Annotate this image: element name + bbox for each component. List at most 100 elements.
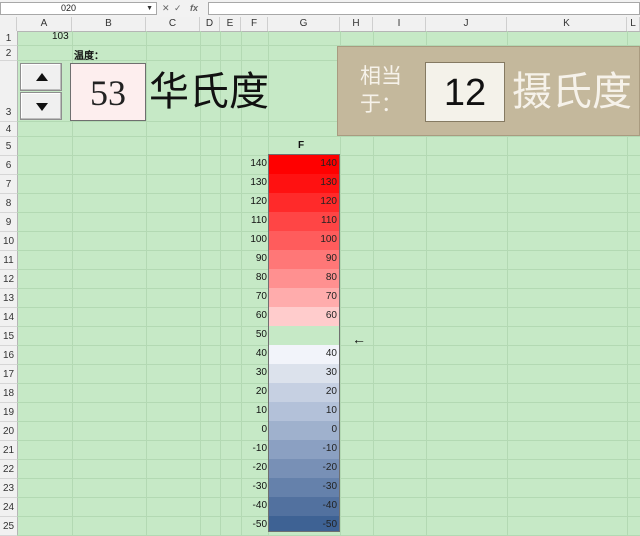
thermometer-band: 20 [269,383,339,402]
name-box-value: 020 [61,3,77,13]
row-header-12[interactable]: 12 [0,270,17,289]
row-header-20[interactable]: 20 [0,422,17,441]
thermometer-band: 100 [269,231,339,250]
row-header-24[interactable]: 24 [0,498,17,517]
row-header-1[interactable]: 1 [0,31,17,46]
thermometer-band [269,326,339,345]
band-value: 80 [325,272,337,283]
celsius-unit: 摄氏度 [512,70,632,114]
col-header-j[interactable]: J [426,17,507,31]
band-value: 40 [325,348,337,359]
band-value: 20 [325,386,337,397]
row-header-16[interactable]: 16 [0,346,17,365]
thermometer-band: 80 [269,269,339,288]
column-header: A B C D E F G H I J K L [0,17,640,32]
band-value: -30 [322,481,337,492]
row-header-7[interactable]: 7 [0,175,17,194]
col-header-e[interactable]: E [220,17,241,31]
spin-up-button[interactable] [20,63,62,91]
scale-label: 100 [250,234,267,245]
thermometer-band: 40 [269,345,339,364]
celsius-panel: 相当于： 12 摄氏度 [337,46,640,136]
thermometer-band: 70 [269,288,339,307]
formula-bar: 020 ▼ ✕ ✓ fx [0,0,640,18]
fx-icon[interactable]: fx [190,2,198,14]
thermometer-band: 130 [269,174,339,193]
scale-label: 110 [251,215,267,226]
cancel-icon[interactable]: ✕ [162,2,170,14]
col-header-h[interactable]: H [340,17,373,31]
band-value: -10 [322,443,337,454]
row-header-5[interactable]: 5 [0,137,17,156]
col-header-l[interactable]: L [627,17,640,31]
band-value: 130 [320,177,337,188]
col-header-i[interactable]: I [373,17,426,31]
scale-label: 30 [255,367,267,378]
chevron-down-icon[interactable]: ▼ [146,3,153,14]
cell-a1[interactable]: 103 [52,31,69,42]
row-header-11[interactable]: 11 [0,251,17,270]
thermometer-band: 120 [269,193,339,212]
scale-label: 0 [261,424,267,435]
scale-label: 90 [255,253,267,264]
arrow-up-icon [36,73,48,81]
thermometer-band: 60 [269,307,339,326]
scale-label: -30 [252,481,267,492]
confirm-icon[interactable]: ✓ [174,2,182,14]
thermometer-band: 0 [269,421,339,440]
scale-label: -50 [252,519,267,530]
band-value: 120 [320,196,337,207]
arrow-left-icon: ← [352,331,366,347]
row-header-4[interactable]: 4 [0,122,17,137]
band-value: 60 [325,310,337,321]
thermometer-bar: 140 130 120 110 100 90 80 70 60 40 30 20 10 0 -10 -20 -3… [268,154,340,532]
row-header-6[interactable]: 6 [0,156,17,175]
row-header-22[interactable]: 22 [0,460,17,479]
select-all-corner[interactable] [0,17,17,31]
row-header-19[interactable]: 19 [0,403,17,422]
thermometer-header: F [298,140,305,151]
fahrenheit-value[interactable]: 53 [70,63,146,121]
col-header-f[interactable]: F [241,17,268,31]
row-header-13[interactable]: 13 [0,289,17,308]
row-header: 1 2 3 4 5 6 7 8 9 10 11 12 13 14 15 16 17 18 19 20 21 22 23 24 2… [0,31,18,536]
formula-controls: ✕ ✓ fx [160,2,640,15]
thermometer-band: -40 [269,497,339,516]
row-header-25[interactable]: 25 [0,517,17,536]
formula-input[interactable] [208,2,640,15]
row-header-9[interactable]: 9 [0,213,17,232]
row-header-15[interactable]: 15 [0,327,17,346]
col-header-b[interactable]: B [72,17,146,31]
col-header-c[interactable]: C [146,17,200,31]
band-value: 90 [325,253,337,264]
row-header-14[interactable]: 14 [0,308,17,327]
spin-down-button[interactable] [20,92,62,120]
equivalent-label: 相当于： [360,65,402,116]
scale-label: 130 [250,177,267,188]
row-header-23[interactable]: 23 [0,479,17,498]
celsius-value: 12 [425,62,505,122]
row-header-21[interactable]: 21 [0,441,17,460]
scale-label: 50 [255,329,267,340]
col-header-k[interactable]: K [507,17,627,31]
arrow-down-icon [36,103,48,111]
row-header-2[interactable]: 2 [0,46,17,61]
band-value: -20 [322,462,337,473]
name-box[interactable]: 020 ▼ [0,2,157,15]
col-header-g[interactable]: G [268,17,340,31]
scale-label: 140 [250,158,267,169]
col-header-d[interactable]: D [200,17,220,31]
scale-label: 40 [255,348,267,359]
col-header-a[interactable]: A [17,17,72,31]
row-header-17[interactable]: 17 [0,365,17,384]
band-value: 110 [321,215,337,226]
band-value: 10 [325,405,337,416]
row-header-18[interactable]: 18 [0,384,17,403]
row-header-8[interactable]: 8 [0,194,17,213]
gridline [146,31,147,536]
row-header-3[interactable]: 3 [0,61,17,122]
scale-label: 60 [255,310,267,321]
scale-label: 80 [255,272,267,283]
scale-label: 10 [255,405,267,416]
row-header-10[interactable]: 10 [0,232,17,251]
